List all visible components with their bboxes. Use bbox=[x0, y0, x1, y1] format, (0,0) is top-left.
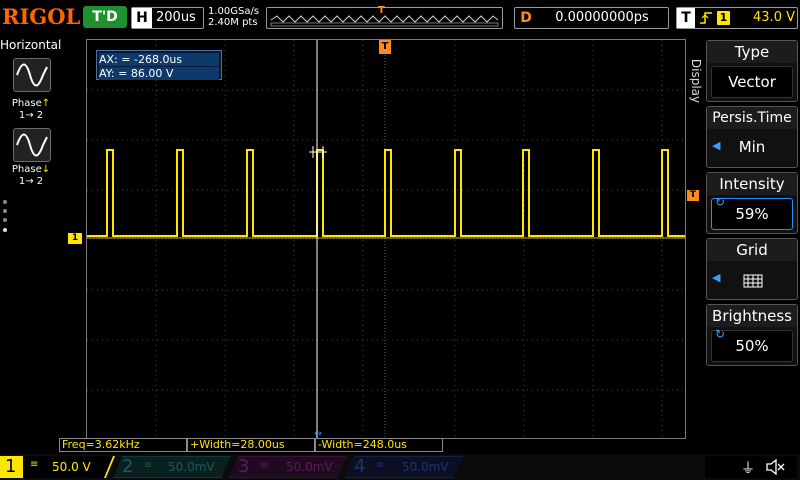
menu-grid[interactable]: Grid ◀ bbox=[706, 238, 798, 300]
cursor-ay: AY: = 86.00 V bbox=[99, 67, 219, 80]
menu-intensity[interactable]: Intensity 59% ↻ bbox=[706, 172, 798, 234]
graticule bbox=[87, 40, 685, 438]
channel4-button[interactable]: 4 ≡ 50.0mV bbox=[345, 456, 463, 478]
cursor-position-icon: ↔ bbox=[314, 429, 322, 439]
channel3-number: 3 bbox=[238, 456, 250, 477]
timebase-box[interactable]: H 200us bbox=[131, 7, 204, 29]
sine-wave-icon bbox=[16, 133, 48, 157]
rising-edge-icon bbox=[700, 12, 712, 24]
menu-tab-label: Display bbox=[689, 58, 703, 104]
menu-tab-display[interactable]: Display bbox=[687, 42, 705, 142]
channel4-number: 4 bbox=[354, 456, 366, 477]
dc-coupling-icon: ≡ bbox=[30, 459, 39, 470]
menu-persistence-title: Persis.Time bbox=[707, 107, 797, 129]
page-dot bbox=[3, 218, 7, 222]
acquisition-info: 1.00GSa/s 2.40M pts bbox=[208, 6, 268, 28]
status-icons: ⏚ bbox=[705, 456, 797, 478]
sample-rate: 1.00GSa/s bbox=[208, 6, 260, 17]
memory-depth: 2.40M pts bbox=[208, 17, 258, 28]
speaker-muted-icon[interactable] bbox=[765, 459, 785, 475]
measure-frequency[interactable]: Freq=3.62kHz bbox=[59, 438, 187, 452]
timebase-value: 200us bbox=[156, 10, 196, 25]
measure-negative-width[interactable]: -Width=248.0us bbox=[315, 438, 443, 452]
menu-persistence-value: Min bbox=[738, 138, 766, 156]
knob-icon: ↻ bbox=[715, 327, 726, 341]
dc-coupling-icon: ≡ bbox=[144, 460, 153, 471]
channel2-scale: 50.0mV bbox=[168, 460, 215, 474]
channel4-scale: 50.0mV bbox=[402, 460, 449, 474]
menu-brightness-title: Brightness bbox=[707, 305, 797, 327]
channel1-scale: 50.0 V bbox=[52, 460, 91, 474]
menu-grid-title: Grid bbox=[707, 239, 797, 261]
timebase-label: H bbox=[132, 8, 152, 28]
delay-value: 0.00000000ps bbox=[555, 10, 649, 25]
menu-type[interactable]: Type Vector bbox=[706, 40, 798, 102]
menu-brightness[interactable]: Brightness 50% ↻ bbox=[706, 304, 798, 366]
delay-box[interactable]: D 0.00000000ps bbox=[514, 7, 669, 29]
phase-falling-label: Phase↓ 1→ 2 bbox=[11, 164, 51, 187]
phase-rising-button[interactable] bbox=[13, 58, 51, 92]
trigger-level: 43.0 V bbox=[753, 10, 795, 25]
menu-type-value: Vector bbox=[711, 66, 793, 98]
waveform-display[interactable] bbox=[86, 39, 686, 439]
select-arrow-icon: ◀ bbox=[712, 271, 721, 284]
cursor-readout: AX: = -268.0us AY: = 86.00 V bbox=[96, 50, 222, 80]
sine-wave-icon bbox=[16, 63, 48, 87]
channel2-button[interactable]: 2 ≡ 50.0mV bbox=[113, 456, 231, 478]
run-state-badge[interactable]: T'D bbox=[83, 6, 127, 28]
channel3-scale: 50.0mV bbox=[286, 460, 333, 474]
grid-full-icon bbox=[743, 274, 763, 288]
brand-logo: RIGOL bbox=[2, 4, 81, 29]
cursor-ax: AX: = -268.0us bbox=[99, 53, 219, 66]
channel3-button[interactable]: 3 ≡ 50.0mV bbox=[229, 456, 347, 478]
channel1-number: 1 bbox=[5, 456, 17, 477]
channel1-trace bbox=[87, 149, 685, 237]
memory-map: T bbox=[266, 5, 503, 29]
trigger-channel: 1 bbox=[717, 11, 730, 25]
trigger-level-marker[interactable]: T bbox=[687, 190, 699, 201]
page-dot bbox=[3, 200, 7, 204]
menu-type-title: Type bbox=[707, 41, 797, 63]
dc-coupling-icon: ≡ bbox=[260, 460, 269, 471]
knob-icon: ↻ bbox=[715, 195, 726, 209]
dc-coupling-icon: ≡ bbox=[376, 460, 385, 471]
delay-label: D bbox=[520, 10, 532, 26]
phase-rising-label: Phase↑ 1→ 2 bbox=[11, 98, 51, 121]
channel1-button[interactable]: 1 ≡ 50.0 V bbox=[0, 456, 115, 478]
usb-icon: ⏚ bbox=[741, 461, 755, 477]
page-dot-active bbox=[3, 228, 7, 232]
trigger-position-marker: T bbox=[378, 5, 385, 16]
channel1-ground-marker[interactable]: 1 bbox=[68, 233, 82, 244]
page-dot bbox=[3, 209, 7, 213]
trigger-box[interactable]: T 1 43.0 V bbox=[676, 7, 798, 29]
menu-intensity-title: Intensity bbox=[707, 173, 797, 195]
horizontal-panel-title: Horizontal bbox=[0, 38, 62, 52]
trigger-label: T bbox=[677, 8, 695, 28]
channel2-number: 2 bbox=[122, 456, 134, 477]
measure-positive-width[interactable]: +Width=28.00us bbox=[187, 438, 315, 452]
phase-falling-button[interactable] bbox=[13, 128, 51, 162]
menu-persistence-time[interactable]: Persis.Time ◀ Min bbox=[706, 106, 798, 168]
trigger-position-top-marker[interactable]: T bbox=[379, 40, 391, 54]
